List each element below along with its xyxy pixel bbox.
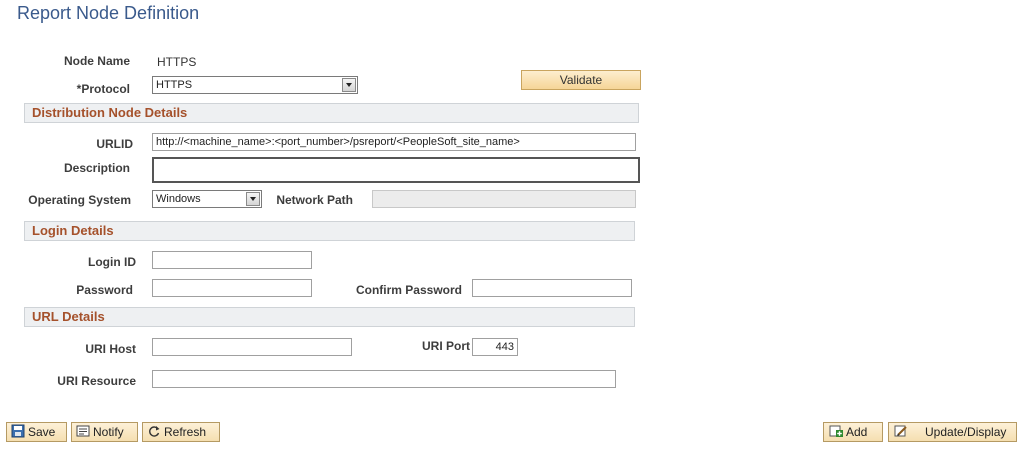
network-path-label: Network Path (276, 193, 353, 207)
login-details-header: Login Details (24, 221, 635, 241)
validate-button[interactable]: Validate (521, 70, 641, 90)
uri-resource-input[interactable] (152, 370, 616, 388)
urlid-label: URLID (96, 137, 133, 151)
add-icon (829, 425, 843, 437)
chevron-down-icon[interactable] (342, 78, 356, 92)
update-display-icon (894, 425, 907, 437)
uri-port-label: URI Port (422, 339, 470, 353)
password-input[interactable] (152, 279, 312, 297)
refresh-button-label: Refresh (164, 425, 207, 439)
url-details-header: URL Details (24, 307, 635, 327)
uri-host-label: URI Host (85, 342, 136, 356)
description-input[interactable] (152, 157, 640, 183)
distribution-node-details-header: Distribution Node Details (24, 103, 639, 123)
chevron-down-icon[interactable] (246, 192, 260, 206)
refresh-button[interactable]: Refresh (142, 422, 220, 442)
operating-system-label: Operating System (28, 193, 131, 207)
login-id-input[interactable] (152, 251, 312, 269)
confirm-password-input[interactable] (472, 279, 632, 297)
node-name-label: Node Name (63, 54, 130, 68)
update-display-button[interactable]: Update/Display (888, 422, 1017, 442)
operating-system-select[interactable]: Windows (152, 190, 262, 208)
add-button[interactable]: Add (823, 422, 883, 442)
refresh-icon (149, 426, 160, 437)
node-name-value: HTTPS (157, 55, 197, 69)
update-display-button-label: Update/Display (925, 425, 1007, 439)
protocol-label: *Protocol (76, 82, 130, 96)
network-path-input (372, 190, 636, 208)
page-title: Report Node Definition (17, 3, 200, 23)
notify-button-label: Notify (93, 425, 124, 439)
login-id-label: Login ID (88, 255, 136, 269)
add-button-label: Add (846, 425, 868, 439)
password-label: Password (76, 283, 133, 297)
confirm-password-label: Confirm Password (355, 283, 462, 297)
uri-port-input[interactable]: 443 (472, 338, 518, 356)
save-button-label: Save (28, 425, 56, 439)
save-button[interactable]: Save (6, 422, 67, 442)
urlid-input[interactable]: http://<machine_name>:<port_number>/psre… (152, 133, 636, 151)
protocol-select[interactable]: HTTPS (152, 76, 358, 94)
notify-icon (76, 425, 90, 437)
operating-system-select-value: Windows (156, 193, 201, 205)
uri-host-input[interactable] (152, 338, 352, 356)
protocol-select-value: HTTPS (156, 79, 193, 91)
save-icon (11, 424, 25, 438)
description-label: Description (63, 161, 130, 175)
uri-resource-label: URI Resource (57, 374, 136, 388)
notify-button[interactable]: Notify (71, 422, 138, 442)
